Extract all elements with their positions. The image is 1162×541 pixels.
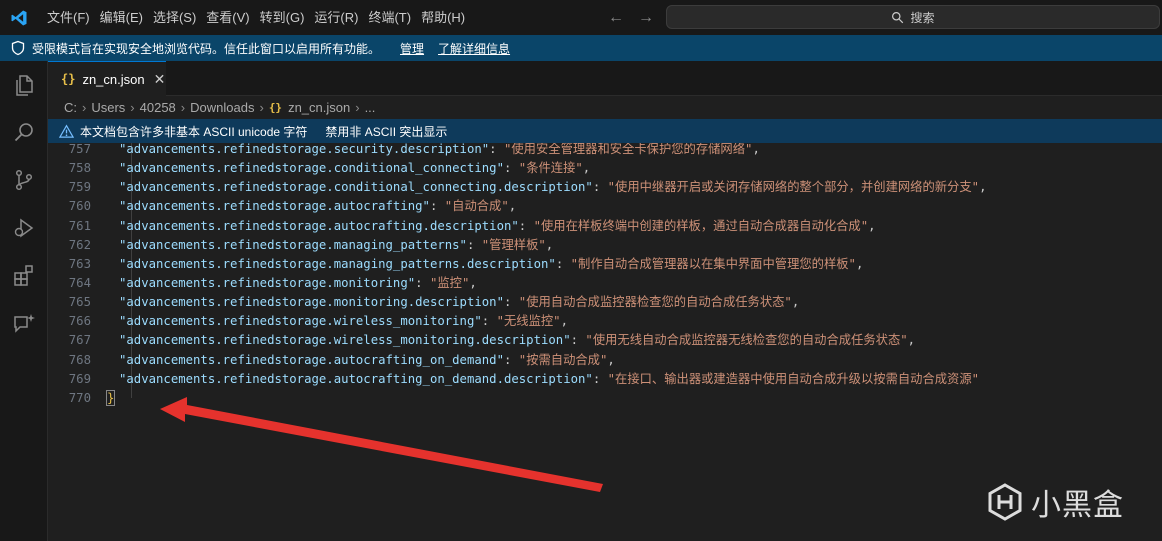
watermark: 小黑盒 <box>985 480 1124 524</box>
watermark-text: 小黑盒 <box>1031 488 1124 523</box>
xiaoheihe-logo-icon <box>988 483 1022 521</box>
annotation-arrow <box>160 397 603 492</box>
